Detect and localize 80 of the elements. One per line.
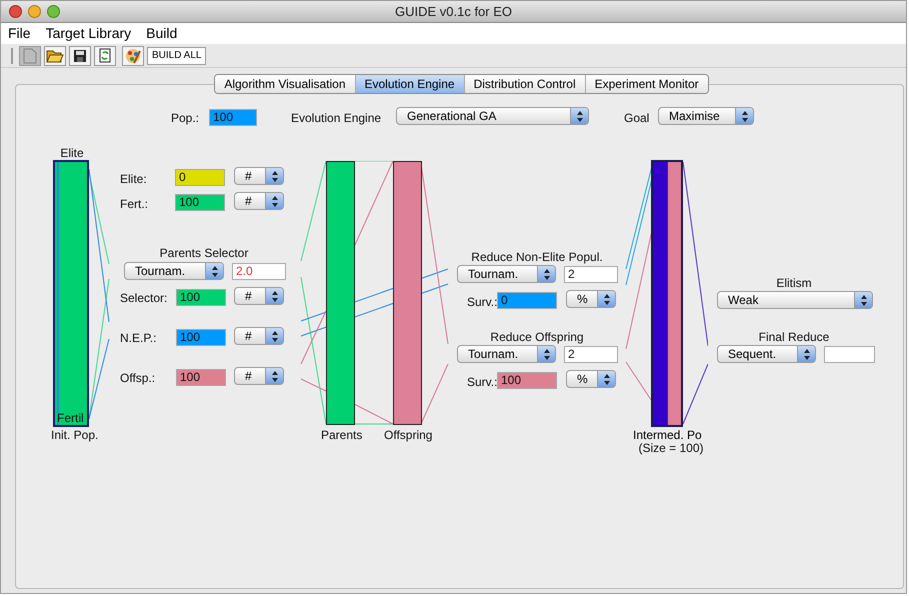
updown-arrows-icon — [272, 196, 278, 206]
survivors-field[interactable]: 100 — [497, 372, 557, 389]
reducer-title: Reduce Non-Elite Popul. — [471, 250, 603, 264]
population-label: Pop.: — [171, 111, 200, 125]
window-title: GUIDE v0.1c for EO — [394, 2, 512, 21]
unit-dropdown[interactable]: # — [234, 367, 284, 385]
count-field[interactable]: 0 — [175, 169, 225, 186]
reducer-title: Reduce Offspring — [490, 330, 584, 344]
final-reduce-label: Final Reduce — [758, 330, 830, 344]
palette-icon — [124, 46, 142, 64]
toolbar-button[interactable] — [69, 46, 91, 66]
tab[interactable]: Experiment Monitor — [584, 75, 708, 93]
updown-arrows-icon — [272, 330, 278, 342]
reducer-dropdown[interactable]: Tournam. — [457, 345, 556, 363]
final-reduce-dropdown[interactable]: Sequent. — [717, 345, 816, 363]
unit-dropdown[interactable]: # — [234, 327, 284, 345]
menu-item[interactable]: Build — [146, 23, 178, 44]
population-field[interactable]: 100 — [209, 109, 257, 126]
elitism-dropdown[interactable]: Weak — [717, 291, 873, 309]
engine-dropdown[interactable]: Generational GA — [396, 107, 589, 125]
survivors-field[interactable]: 0 — [497, 292, 557, 309]
updown-arrows-icon — [860, 294, 866, 306]
reducer-dropdown[interactable]: Tournam. — [457, 265, 556, 283]
parents-selector-label: Parents Selector — [160, 246, 248, 260]
elitism-label: Elitism — [776, 276, 812, 290]
count-field[interactable]: 100 — [176, 369, 226, 386]
updown-arrows-icon — [742, 110, 748, 122]
updown-arrows-icon — [272, 290, 278, 302]
count-label: N.E.P.: — [120, 331, 156, 345]
tab[interactable]: Evolution Engine — [354, 75, 464, 93]
updown-arrows-icon — [212, 266, 218, 276]
updown-arrows-icon — [804, 348, 810, 360]
unit-dropdown[interactable]: # — [234, 287, 284, 305]
count-label: Elite: — [120, 172, 147, 186]
final-reduce-field[interactable] — [824, 346, 875, 363]
count-label: Fert.: — [120, 197, 148, 211]
intermediate-population-label: Intermed. Po — [633, 428, 703, 442]
menu-item[interactable]: File — [8, 23, 31, 44]
count-field[interactable]: 100 — [176, 329, 226, 346]
offspring-label: Offspring — [384, 428, 432, 442]
count-field[interactable]: 100 — [176, 289, 226, 306]
unit-dropdown[interactable]: # — [234, 192, 284, 210]
new-document-icon — [23, 48, 37, 64]
document-refresh-icon — [99, 48, 111, 63]
parameter-field[interactable]: 2 — [564, 346, 618, 363]
unit-dropdown[interactable]: # — [234, 167, 284, 185]
close-button[interactable] — [9, 5, 22, 18]
unit-dropdown[interactable]: % — [566, 290, 616, 308]
updown-arrows-icon — [272, 170, 278, 182]
toolbar-button[interactable] — [44, 46, 66, 66]
goal-dropdown[interactable]: Maximise — [658, 107, 754, 125]
population-size-label: (Size = 100) — [638, 441, 704, 455]
elite-label: Elite — [60, 146, 84, 160]
build-all-button[interactable]: BUILD ALL — [147, 46, 206, 64]
survivors-label: Surv.: — [467, 295, 498, 309]
updown-arrows-icon — [604, 374, 610, 384]
minimize-button[interactable] — [28, 5, 41, 18]
survivors-label: Surv.: — [467, 375, 498, 389]
tab[interactable]: Algorithm Visualisation — [215, 75, 354, 93]
count-label: Offsp.: — [120, 371, 156, 385]
menu-item[interactable]: Target Library — [46, 23, 132, 44]
toolbar-button[interactable] — [94, 46, 116, 66]
folder-icon — [46, 48, 64, 62]
parents-label: Parents — [321, 428, 362, 442]
zoom-button[interactable] — [47, 5, 60, 18]
updown-arrows-icon — [604, 294, 610, 304]
unit-dropdown[interactable]: % — [566, 370, 616, 388]
updown-arrows-icon — [272, 370, 278, 382]
updown-arrows-icon — [576, 110, 582, 122]
count-field[interactable]: 100 — [175, 194, 225, 211]
count-label: Selector: — [120, 291, 168, 305]
engine-label: Evolution Engine — [291, 111, 382, 125]
goal-label: Goal — [624, 111, 650, 125]
tab[interactable]: Distribution Control — [464, 75, 585, 93]
updown-arrows-icon — [544, 348, 550, 360]
parameter-field[interactable]: 2 — [564, 266, 618, 283]
selector-dropdown[interactable]: Tournam. — [124, 262, 224, 280]
initial-population-label: Init. Pop. — [51, 428, 98, 442]
updown-arrows-icon — [544, 268, 550, 280]
parameter-field[interactable]: 2.0 — [232, 263, 286, 280]
